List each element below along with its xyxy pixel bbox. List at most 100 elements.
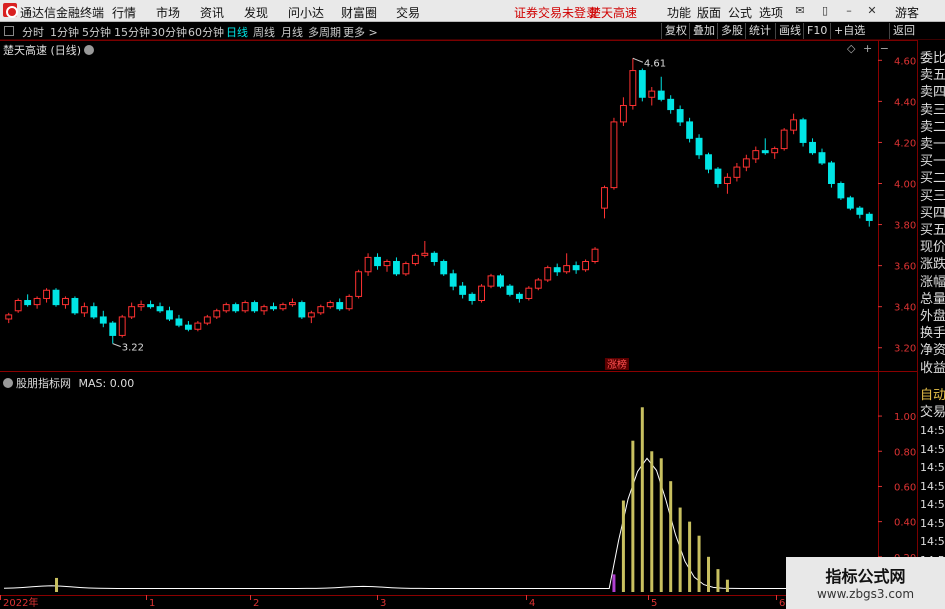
mail-icon[interactable]: ✉ bbox=[792, 3, 808, 18]
candle-down bbox=[90, 306, 98, 318]
menu-discover[interactable]: 发现 bbox=[244, 4, 268, 21]
mobile-icon[interactable]: ▯ bbox=[817, 3, 833, 18]
candle-up bbox=[118, 316, 126, 336]
candle-down bbox=[156, 306, 164, 312]
menu-market[interactable]: 市场 bbox=[156, 4, 180, 21]
candle-up bbox=[601, 187, 608, 209]
quote-field-label: 买一 bbox=[920, 154, 945, 170]
candle-up bbox=[723, 176, 731, 184]
draw-line-button[interactable]: 画线 bbox=[775, 23, 804, 39]
menu-trade[interactable]: 交易 bbox=[396, 4, 420, 21]
candle-up bbox=[648, 90, 656, 98]
menu-layout[interactable]: 版面 bbox=[697, 4, 721, 21]
tick-time: 14:56 bbox=[920, 461, 945, 474]
multi-stock-button[interactable]: 多股 bbox=[717, 23, 746, 39]
menu-news[interactable]: 资讯 bbox=[200, 4, 224, 21]
indicator-bar bbox=[650, 451, 654, 592]
candle-up bbox=[241, 302, 249, 312]
diamond-icon[interactable]: ◇ bbox=[847, 42, 855, 55]
add-watchlist-button[interactable]: +自选 bbox=[830, 23, 868, 39]
candle-up bbox=[288, 302, 296, 306]
high-marker-line bbox=[632, 57, 644, 63]
menu-ask-xiaoda[interactable]: 问小达 bbox=[288, 4, 324, 21]
period-30min[interactable]: 30分钟 bbox=[151, 24, 187, 40]
candle-down bbox=[638, 70, 646, 98]
watermark: 指标公式网 www.zbgs3.com bbox=[786, 557, 945, 609]
indicator-bar bbox=[55, 577, 59, 592]
guest-user[interactable]: 游客 bbox=[895, 4, 919, 21]
candle-down bbox=[459, 285, 467, 295]
period-monthly[interactable]: 月线 bbox=[281, 24, 303, 40]
candle-up bbox=[780, 129, 788, 150]
candle-down bbox=[553, 267, 561, 273]
menu-quotes[interactable]: 行情 bbox=[112, 4, 136, 21]
period-toolbar: 分时 1分钟 5分钟 15分钟 30分钟 60分钟 日线 周线 月线 多周期 更… bbox=[0, 22, 945, 40]
candle-up bbox=[771, 148, 779, 154]
candle-down bbox=[175, 318, 183, 326]
tick-time: 14:56 bbox=[920, 516, 945, 530]
quote-field-label: 买四 bbox=[920, 205, 945, 221]
candle-up bbox=[137, 304, 145, 308]
chevron-down-icon[interactable] bbox=[3, 378, 13, 388]
candle-up bbox=[222, 304, 230, 312]
candle-up bbox=[355, 271, 363, 297]
chevron-down-icon[interactable] bbox=[84, 45, 95, 55]
trade-tab[interactable]: 交易 bbox=[920, 401, 945, 420]
period-60min[interactable]: 60分钟 bbox=[188, 24, 224, 40]
candle-up bbox=[194, 322, 202, 330]
indicator-bar bbox=[725, 579, 729, 592]
candle-up bbox=[591, 248, 599, 263]
x-axis-label: 1 bbox=[149, 598, 155, 609]
main-y-tick-label: 3.40 bbox=[894, 303, 916, 314]
candle-up bbox=[326, 302, 334, 308]
period-weekly[interactable]: 周线 bbox=[253, 24, 275, 40]
quote-field-label: 涨幅 bbox=[920, 274, 945, 290]
indicator-bar bbox=[707, 556, 711, 592]
candlestick-chart[interactable]: 4.60 4.40 4.20 4.00 3.80 3.60 3.40 3.20 4.61 3.22… bbox=[0, 40, 917, 372]
minimize-icon[interactable]: – bbox=[841, 3, 857, 18]
trade-login-notice[interactable]: 证券交易未登录 bbox=[514, 4, 598, 21]
main-y-tick-label: 4.20 bbox=[894, 138, 916, 149]
tick-time: 14:56 bbox=[920, 424, 945, 437]
candle-up bbox=[260, 306, 268, 312]
indicator-bar bbox=[697, 535, 701, 592]
indicator-chart[interactable]: 1.000.800.600.400.20 bbox=[0, 372, 917, 595]
candle-up bbox=[582, 261, 590, 271]
candle-up bbox=[62, 297, 69, 306]
statistics-button[interactable]: 统计 bbox=[745, 23, 774, 39]
f10-button[interactable]: F10 bbox=[803, 23, 830, 39]
period-multi[interactable]: 多周期 bbox=[308, 24, 341, 40]
plus-icon[interactable]: + bbox=[863, 42, 872, 55]
period-15min[interactable]: 15分钟 bbox=[114, 24, 150, 40]
candle-down bbox=[506, 285, 514, 295]
period-more[interactable]: 更多 > bbox=[343, 24, 378, 40]
menu-options[interactable]: 选项 bbox=[759, 4, 783, 21]
sub-y-tick-label: 0.40 bbox=[894, 518, 916, 529]
candle-up bbox=[544, 267, 552, 281]
candle-up bbox=[478, 285, 485, 302]
menu-formula[interactable]: 公式 bbox=[728, 4, 752, 21]
back-button[interactable]: 返回 bbox=[889, 23, 918, 39]
menu-wealth-circle[interactable]: 财富圈 bbox=[341, 4, 377, 21]
quote-side-panel: 委比 卖五 卖四 卖三 卖二 卖一 买一 买二 买三 买四 买五 现价 涨跌 涨幅 总量 外盘 换手 净资 收益 自动… bbox=[917, 40, 945, 609]
candle-up bbox=[345, 295, 353, 310]
indicator-bar bbox=[640, 407, 644, 592]
quote-field-label: 外盘 bbox=[920, 309, 945, 324]
main-y-tick-label: 4.60 bbox=[894, 56, 916, 67]
candle-up bbox=[563, 265, 571, 273]
overlay-button[interactable]: 叠加 bbox=[689, 23, 718, 39]
menu-functions[interactable]: 功能 bbox=[667, 4, 691, 21]
period-5min[interactable]: 5分钟 bbox=[82, 24, 111, 40]
period-1min[interactable]: 1分钟 bbox=[50, 24, 79, 40]
close-icon[interactable]: ✕ bbox=[864, 3, 880, 18]
period-intraday[interactable]: 分时 bbox=[22, 24, 44, 40]
layout-toggle-icon[interactable] bbox=[4, 26, 14, 36]
minus-icon[interactable]: − bbox=[880, 42, 889, 55]
period-daily[interactable]: 日线 bbox=[226, 24, 248, 40]
app-title: 通达信金融终端 bbox=[20, 6, 105, 20]
adjust-button[interactable]: 复权 bbox=[661, 23, 690, 39]
indicator-title: 股朋指标网 MAS: 0.00 bbox=[3, 375, 134, 391]
candle-down bbox=[667, 98, 675, 111]
candle-down bbox=[147, 304, 155, 308]
indicator-bar bbox=[612, 574, 616, 592]
